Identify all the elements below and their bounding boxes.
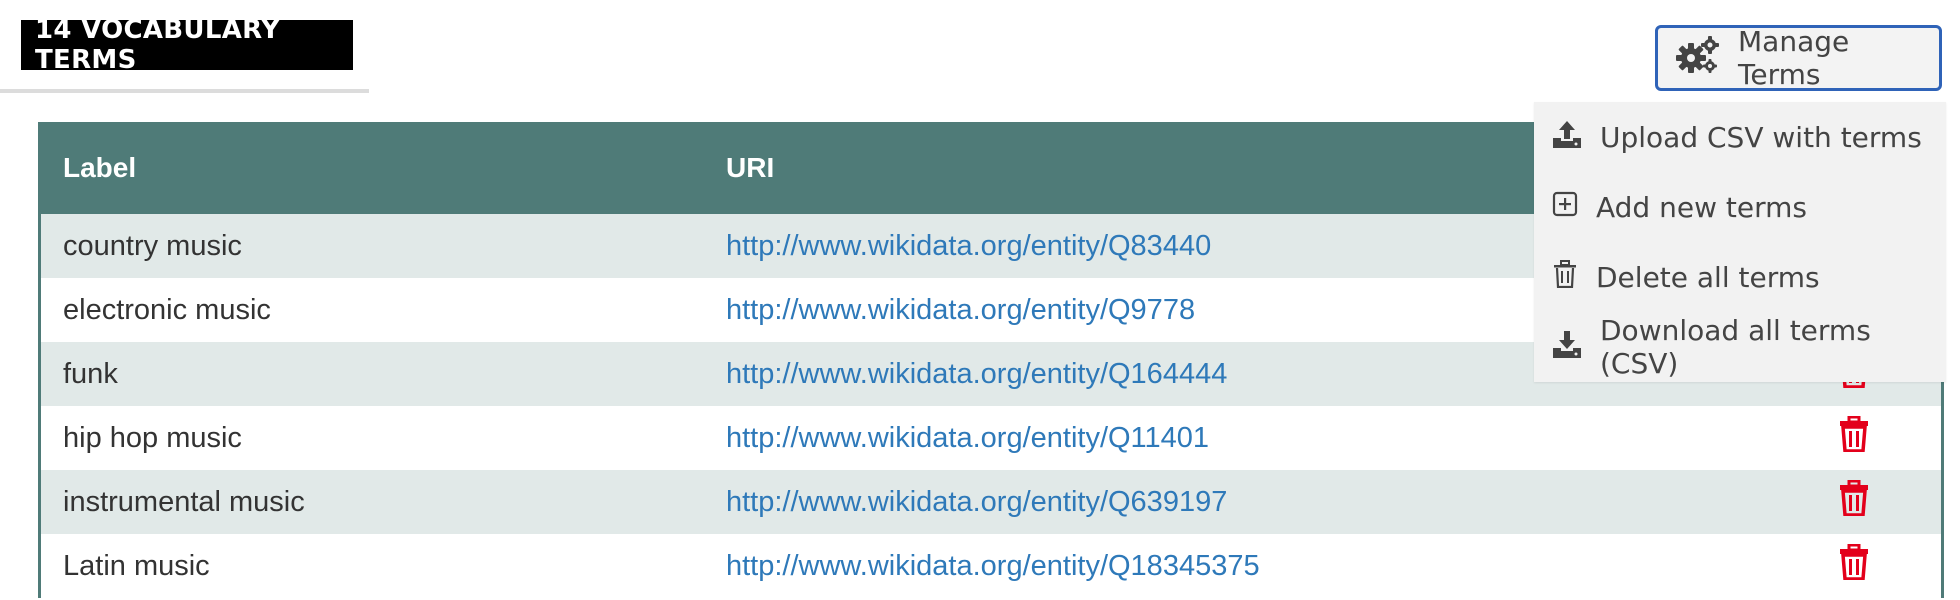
menu-item-delete-all[interactable]: Delete all terms — [1534, 242, 1946, 312]
term-label: country music — [39, 214, 704, 278]
menu-item-download-csv[interactable]: Download all terms (CSV) — [1534, 312, 1946, 382]
table-row: instrumental music http://www.wikidata.o… — [39, 470, 1943, 534]
manage-terms-menu: Upload CSV with terms Add new terms Dele… — [1534, 102, 1946, 382]
term-uri-link[interactable]: http://www.wikidata.org/entity/Q639197 — [726, 486, 1227, 518]
column-header-label: Label — [39, 122, 704, 214]
menu-item-label: Upload CSV with terms — [1600, 120, 1922, 154]
delete-term-icon[interactable] — [1839, 415, 1869, 460]
upload-icon — [1552, 119, 1582, 156]
menu-item-label: Download all terms (CSV) — [1600, 314, 1871, 380]
manage-terms-button[interactable]: Manage Terms — [1655, 25, 1942, 91]
manage-terms-label: Manage Terms — [1738, 25, 1850, 91]
menu-item-add-terms[interactable]: Add new terms — [1534, 172, 1946, 242]
plus-square-icon — [1552, 191, 1578, 224]
term-label: electronic music — [39, 278, 704, 342]
term-label: hip hop music — [39, 406, 704, 470]
title-divider — [0, 89, 369, 93]
menu-item-upload-csv[interactable]: Upload CSV with terms — [1534, 102, 1946, 172]
table-row: Latin music http://www.wikidata.org/enti… — [39, 534, 1943, 598]
term-uri-link[interactable]: http://www.wikidata.org/entity/Q83440 — [726, 230, 1211, 262]
page-title: 14 VOCABULARY TERMS — [21, 15, 353, 75]
term-uri-link[interactable]: http://www.wikidata.org/entity/Q164444 — [726, 358, 1227, 390]
download-icon — [1552, 329, 1582, 366]
term-uri-link[interactable]: http://www.wikidata.org/entity/Q11401 — [726, 422, 1209, 454]
delete-term-icon[interactable] — [1839, 543, 1869, 588]
term-uri-link[interactable]: http://www.wikidata.org/entity/Q18345375 — [726, 550, 1260, 582]
menu-item-label: Add new terms — [1596, 190, 1807, 224]
term-uri-link[interactable]: http://www.wikidata.org/entity/Q9778 — [726, 294, 1195, 326]
trash-icon — [1552, 259, 1578, 295]
menu-item-label: Delete all terms — [1596, 260, 1820, 294]
term-label: funk — [39, 342, 704, 406]
table-row: hip hop music http://www.wikidata.org/en… — [39, 406, 1943, 470]
delete-term-icon[interactable] — [1839, 479, 1869, 524]
term-label: instrumental music — [39, 470, 704, 534]
gears-icon — [1676, 35, 1720, 82]
term-label: Latin music — [39, 534, 704, 598]
